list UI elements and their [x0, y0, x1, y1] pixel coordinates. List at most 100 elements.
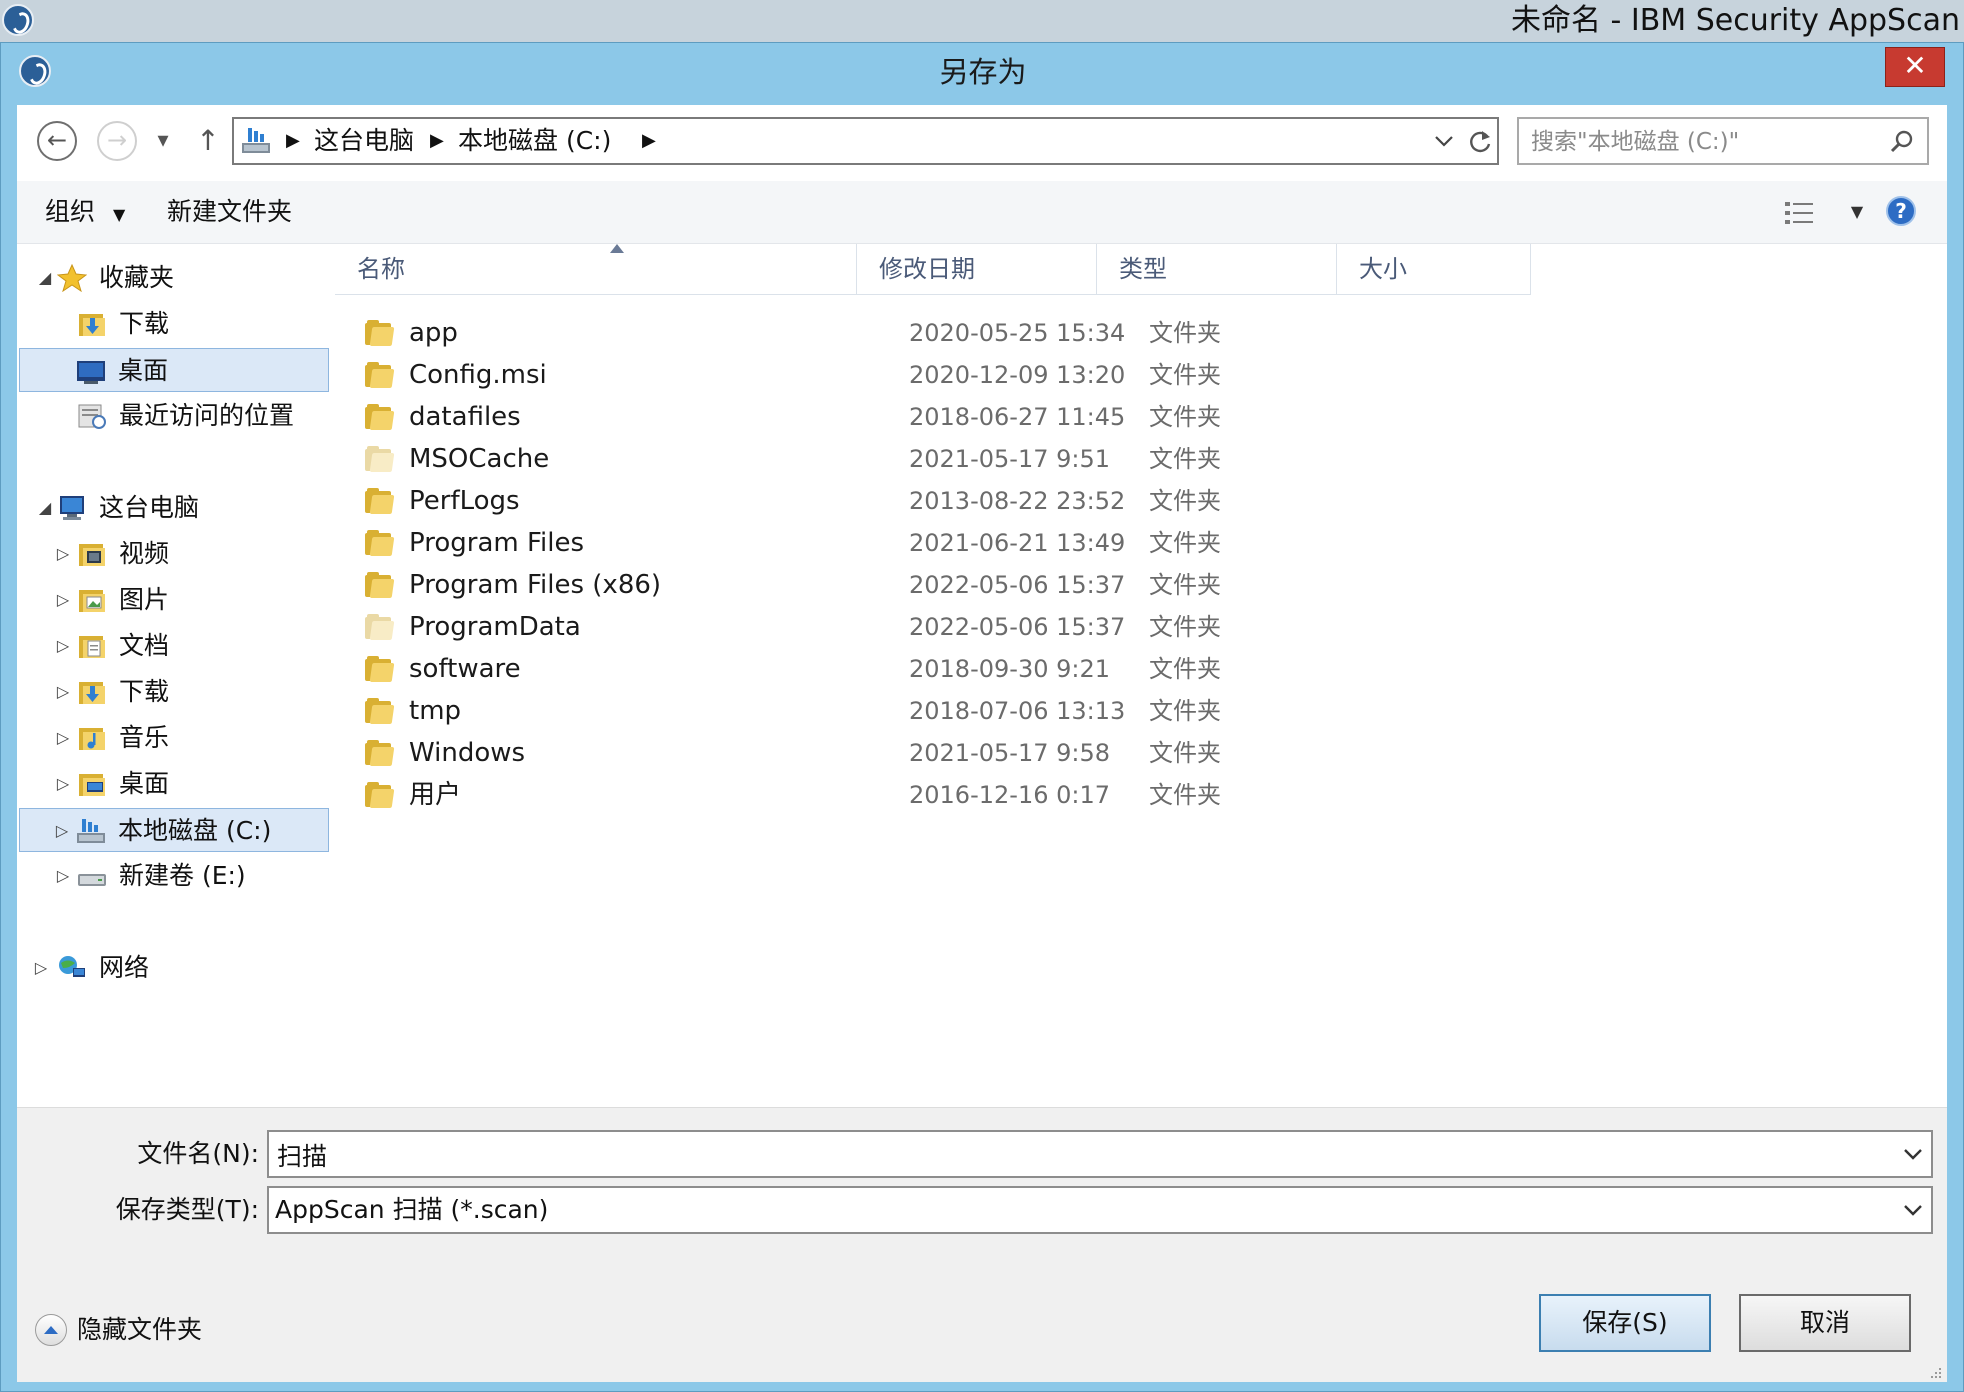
music-folder-icon: [79, 728, 105, 750]
file-type: 文件夹: [1149, 445, 1221, 473]
collapsed-triangle-icon[interactable]: ▷: [53, 854, 73, 898]
file-row[interactable]: 用户 2016-12-16 0:17 文件夹: [335, 774, 1531, 816]
nav-label: 下载: [119, 309, 170, 338]
nav-pc-music[interactable]: ▷ 音乐: [19, 716, 329, 760]
filetype-select[interactable]: AppScan 扫描 (*.scan): [267, 1186, 1933, 1234]
forward-button[interactable]: →: [97, 121, 137, 161]
file-row[interactable]: MSOCache 2021-05-17 9:51 文件夹: [335, 438, 1531, 480]
breadcrumb-this-pc[interactable]: 这台电脑: [314, 119, 414, 163]
collapsed-triangle-icon[interactable]: ▷: [53, 716, 73, 760]
address-history-chevron-icon[interactable]: [1433, 133, 1455, 149]
refresh-icon[interactable]: [1466, 128, 1494, 156]
nav-pc-documents[interactable]: ▷ 文档: [19, 624, 329, 668]
new-folder-button[interactable]: 新建文件夹: [167, 181, 292, 243]
file-type: 文件夹: [1149, 613, 1221, 641]
close-button[interactable]: ✕: [1885, 47, 1945, 87]
search-input[interactable]: [1529, 125, 1873, 159]
organize-button[interactable]: 组织 ▼: [45, 181, 125, 243]
breadcrumb-separator-icon[interactable]: ▶: [642, 119, 656, 163]
chevron-down-icon[interactable]: [1901, 1132, 1925, 1176]
help-icon[interactable]: ?: [1885, 195, 1917, 227]
back-button[interactable]: ←: [37, 121, 77, 161]
folder-icon: [365, 362, 395, 388]
address-row: ← → ▾ ↑ ▶ 这台电脑 ▶ 本地磁盘 (C:) ▶: [17, 105, 1947, 181]
file-row[interactable]: Windows 2021-05-17 9:58 文件夹: [335, 732, 1531, 774]
nav-pc-volume-e[interactable]: ▷ 新建卷 (E:): [19, 854, 329, 898]
nav-network[interactable]: ▷ 网络: [19, 946, 329, 990]
file-date: 2020-12-09 13:20: [909, 361, 1126, 389]
resize-grip-icon[interactable]: [1929, 1366, 1943, 1380]
up-button[interactable]: ↑: [193, 123, 223, 159]
collapsed-triangle-icon[interactable]: ▷: [53, 670, 73, 714]
breadcrumb[interactable]: ▶ 这台电脑 ▶ 本地磁盘 (C:) ▶: [232, 117, 1499, 165]
collapsed-triangle-icon[interactable]: ▷: [53, 532, 73, 576]
file-date: 2018-06-27 11:45: [909, 403, 1126, 431]
file-type: 文件夹: [1149, 319, 1221, 347]
collapsed-triangle-icon[interactable]: ▷: [53, 578, 73, 622]
breadcrumb-local-disk[interactable]: 本地磁盘 (C:): [458, 119, 611, 163]
file-row[interactable]: Program Files (x86) 2022-05-06 15:37 文件夹: [335, 564, 1531, 606]
file-type: 文件夹: [1149, 487, 1221, 515]
app-title-bar: 未命名 - IBM Security AppScan: [0, 0, 1964, 43]
file-type: 文件夹: [1149, 403, 1221, 431]
filename-combobox[interactable]: [267, 1130, 1933, 1178]
nav-label: 音乐: [119, 723, 170, 752]
documents-folder-icon: [79, 636, 105, 658]
breadcrumb-separator-icon[interactable]: ▶: [430, 119, 444, 163]
column-header-name[interactable]: 名称: [335, 244, 857, 294]
search-icon[interactable]: [1889, 129, 1915, 155]
file-row[interactable]: ProgramData 2022-05-06 15:37 文件夹: [335, 606, 1531, 648]
chevron-down-icon[interactable]: [1901, 1188, 1925, 1232]
nav-this-pc[interactable]: ◢ 这台电脑: [19, 486, 329, 530]
nav-favorites[interactable]: ◢ 收藏夹: [19, 256, 329, 300]
expanded-triangle-icon[interactable]: ◢: [35, 256, 55, 300]
file-row[interactable]: app 2020-05-25 15:34 文件夹: [335, 312, 1531, 354]
file-row[interactable]: Config.msi 2020-12-09 13:20 文件夹: [335, 354, 1531, 396]
column-header-size[interactable]: 大小: [1337, 244, 1531, 294]
nav-pc-local-disk-c[interactable]: ▷ 本地磁盘 (C:): [19, 808, 329, 852]
nav-label: 桌面: [119, 769, 170, 798]
file-row[interactable]: Program Files 2021-06-21 13:49 文件夹: [335, 522, 1531, 564]
folder-icon: [365, 698, 395, 724]
file-date: 2022-05-06 15:37: [909, 571, 1126, 599]
column-header-date[interactable]: 修改日期: [857, 244, 1097, 294]
chevron-up-circle-icon[interactable]: [35, 1314, 67, 1346]
save-as-dialog: 另存为 ✕ ← → ▾ ↑ ▶ 这台电脑 ▶ 本地磁盘 (C:) ▶ 搜索"本地…: [0, 42, 1964, 1392]
search-box[interactable]: [1517, 117, 1929, 165]
nav-fav-desktop[interactable]: 桌面: [19, 348, 329, 392]
nav-pc-videos[interactable]: ▷ 视频: [19, 532, 329, 576]
desktop-icon: [77, 361, 105, 384]
collapsed-triangle-icon[interactable]: ▷: [31, 946, 51, 990]
collapsed-triangle-icon[interactable]: ▷: [53, 624, 73, 668]
recent-locations-dropdown[interactable]: ▾: [151, 123, 175, 159]
file-row[interactable]: datafiles 2018-06-27 11:45 文件夹: [335, 396, 1531, 438]
save-button[interactable]: 保存(S): [1539, 1294, 1711, 1352]
nav-pc-pictures[interactable]: ▷ 图片: [19, 578, 329, 622]
view-details-icon[interactable]: [1783, 199, 1817, 227]
nav-label: 收藏夹: [99, 263, 175, 292]
expanded-triangle-icon[interactable]: ◢: [35, 486, 55, 530]
column-header-type[interactable]: 类型: [1097, 244, 1337, 294]
file-name: software: [409, 654, 521, 684]
nav-fav-recent[interactable]: 最近访问的位置: [19, 394, 329, 438]
file-row[interactable]: software 2018-09-30 9:21 文件夹: [335, 648, 1531, 690]
folder-icon: [365, 320, 395, 346]
collapsed-triangle-icon[interactable]: ▷: [53, 762, 73, 806]
breadcrumb-separator-icon[interactable]: ▶: [286, 119, 300, 163]
file-type: 文件夹: [1149, 655, 1221, 683]
nav-pc-downloads[interactable]: ▷ 下载: [19, 670, 329, 714]
dialog-title: 另存为: [939, 55, 1027, 89]
file-row[interactable]: tmp 2018-07-06 13:13 文件夹: [335, 690, 1531, 732]
file-name: Program Files: [409, 528, 585, 558]
view-options-chevron-icon[interactable]: ▼: [1845, 197, 1869, 227]
filetype-label: 保存类型(T):: [115, 1195, 259, 1224]
cancel-button[interactable]: 取消: [1739, 1294, 1911, 1352]
folder-icon: [365, 782, 395, 808]
file-row[interactable]: PerfLogs 2013-08-22 23:52 文件夹: [335, 480, 1531, 522]
nav-label: 下载: [119, 677, 170, 706]
nav-label: 文档: [119, 631, 170, 660]
nav-pc-desktop[interactable]: ▷ 桌面: [19, 762, 329, 806]
collapsed-triangle-icon[interactable]: ▷: [52, 809, 72, 853]
filename-input[interactable]: [275, 1136, 1879, 1174]
nav-fav-downloads[interactable]: 下载: [19, 302, 329, 346]
